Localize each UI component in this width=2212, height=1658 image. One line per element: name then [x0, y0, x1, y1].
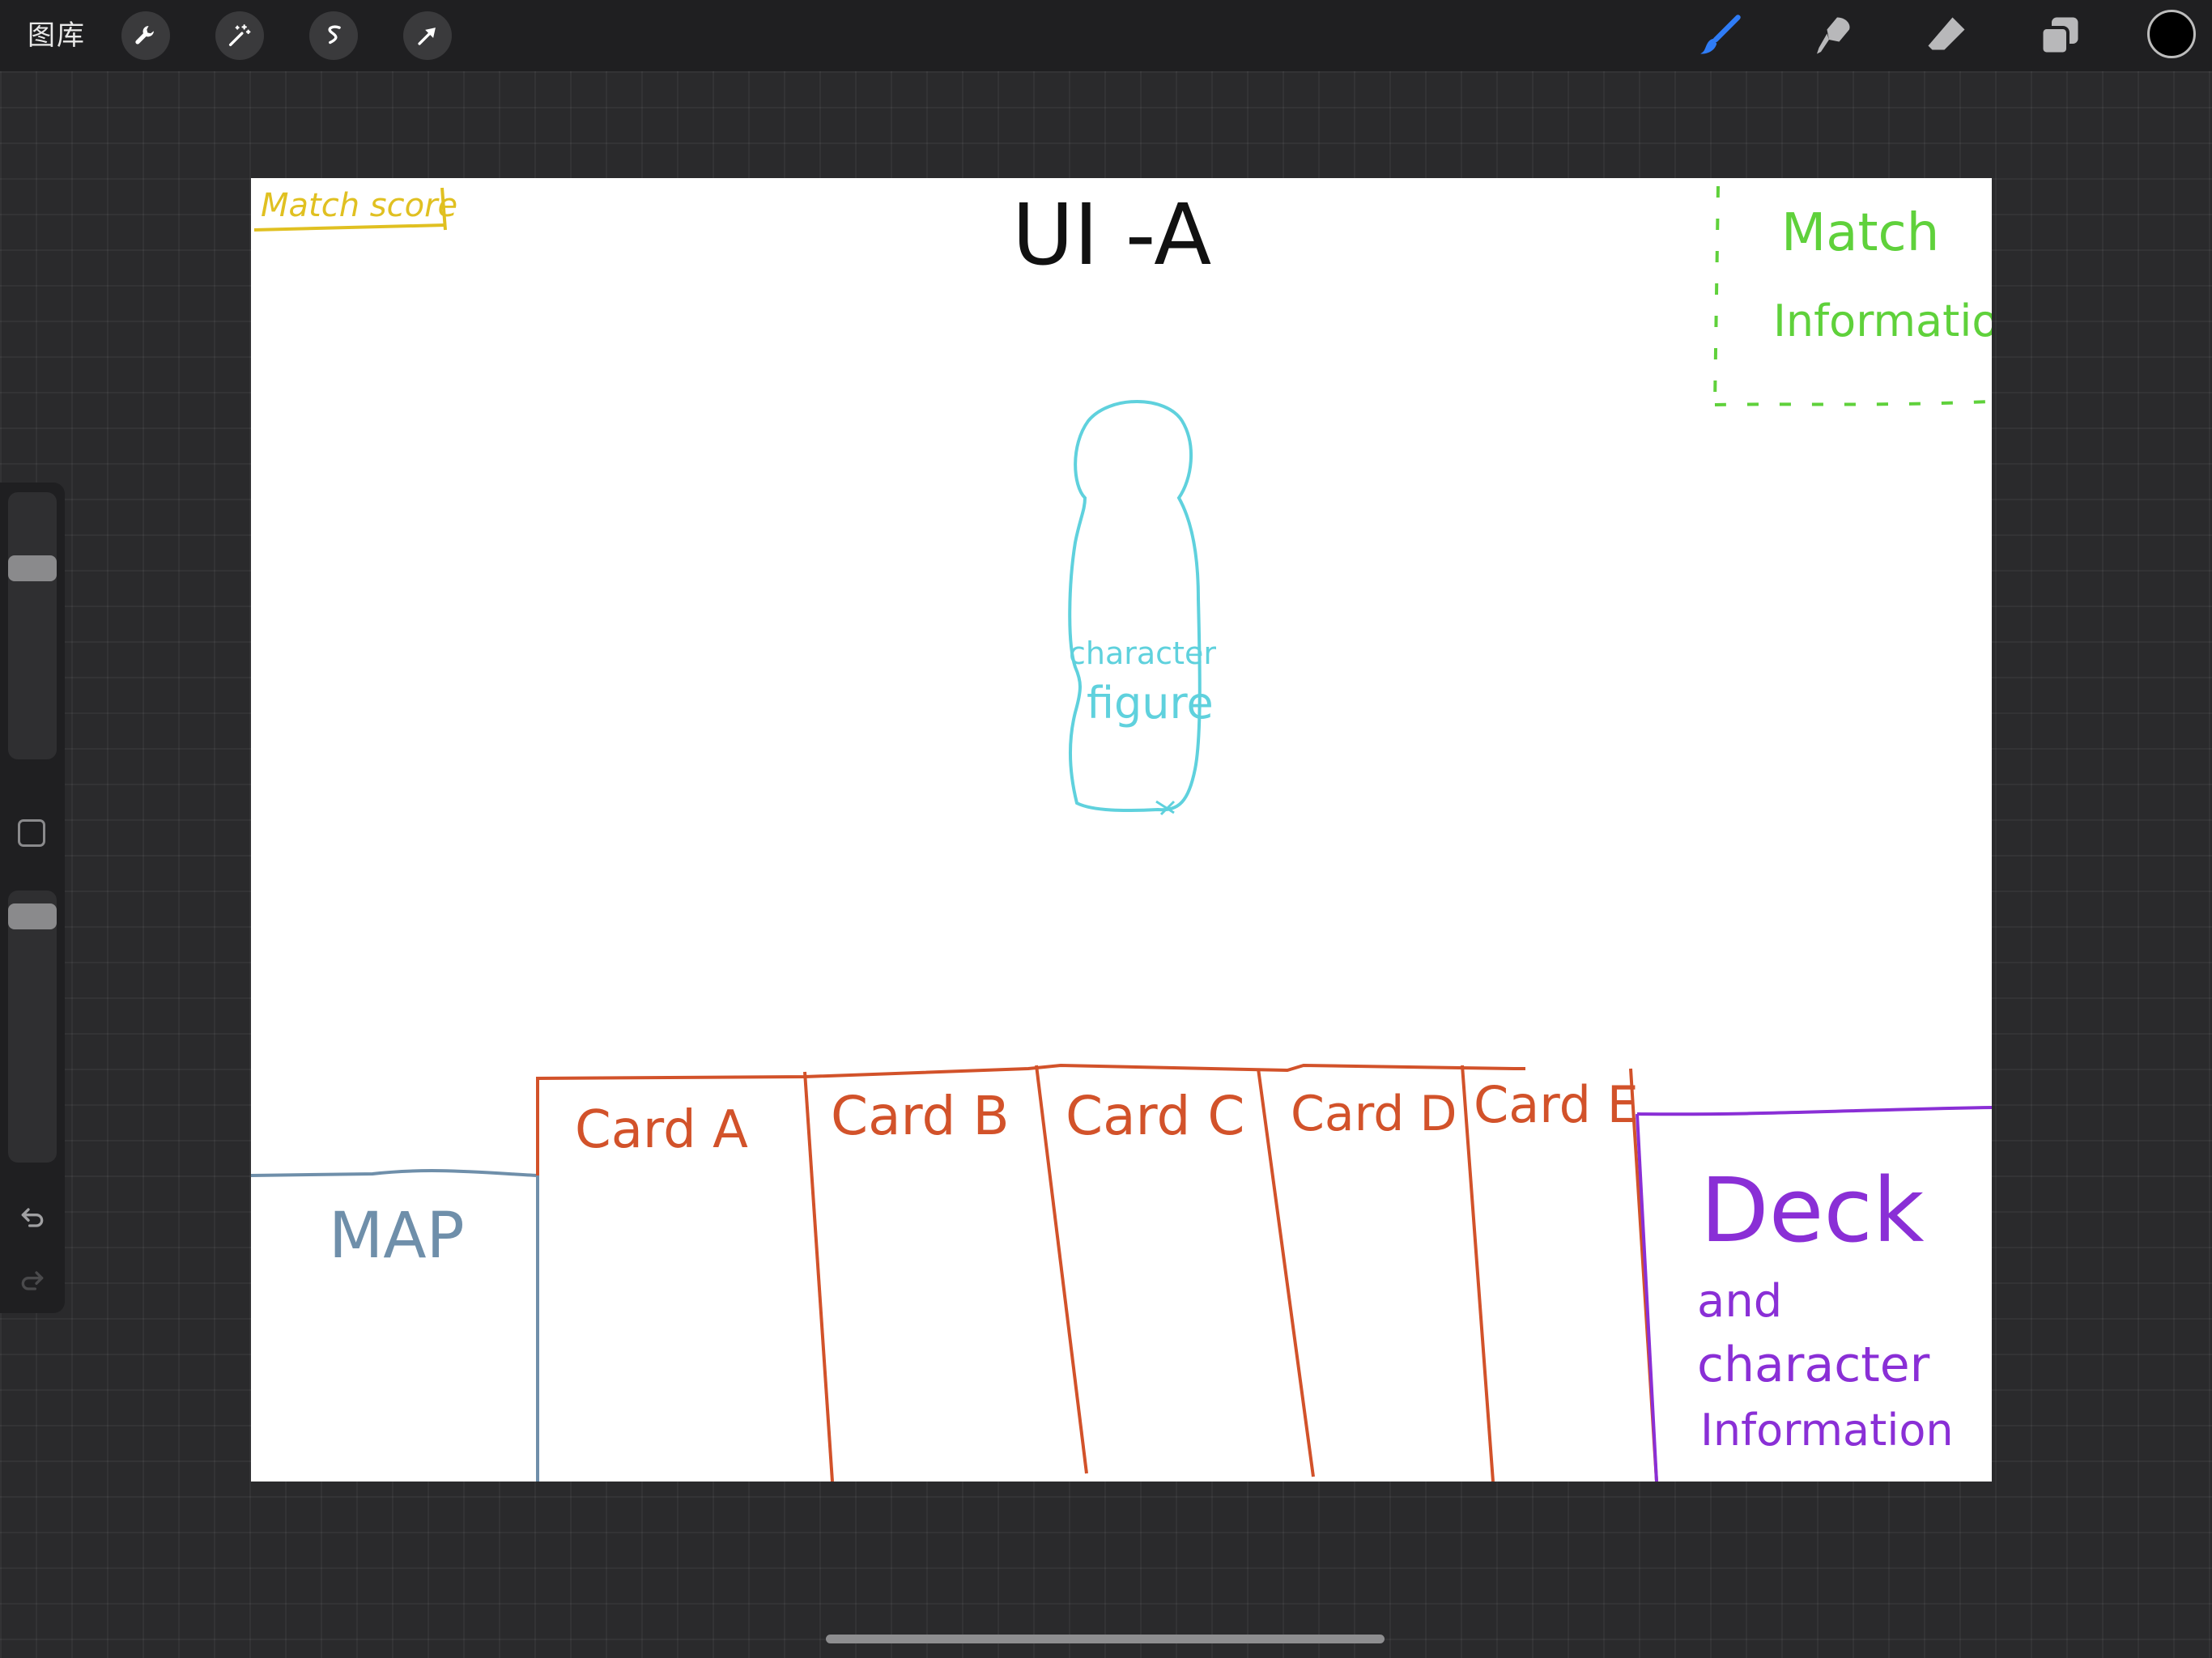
- brush-size-slider[interactable]: [8, 492, 57, 759]
- procreate-app: 图库 Match score UI -A Match Informatio ch…: [0, 0, 2212, 1658]
- canvas-title: UI -A: [1012, 185, 1212, 284]
- card-divider-1: [803, 1071, 834, 1482]
- modify-button[interactable]: [18, 819, 45, 847]
- undo-icon[interactable]: [11, 1197, 53, 1239]
- card-a-label: Card A: [575, 1100, 748, 1160]
- eraser-icon[interactable]: [1919, 8, 1974, 63]
- brush-size-slider-thumb[interactable]: [8, 555, 57, 581]
- match-score-label: Match score: [261, 187, 458, 224]
- transform-arrow-icon[interactable]: [403, 11, 452, 60]
- deck-box-left: [1636, 1113, 1658, 1482]
- redo-icon[interactable]: [11, 1260, 53, 1302]
- character-label-line2: figure: [1087, 678, 1214, 729]
- deck-label-line4: Information: [1700, 1405, 1954, 1456]
- brush-icon[interactable]: [1692, 8, 1747, 63]
- match-score-underline: [253, 223, 446, 232]
- left-sidebar: [0, 483, 65, 1313]
- drawing-canvas[interactable]: Match score UI -A Match Information char…: [251, 178, 1992, 1482]
- match-info-border-bottom: [1714, 400, 1991, 406]
- card-d-label: Card D: [1291, 1086, 1457, 1142]
- home-indicator[interactable]: [826, 1635, 1385, 1643]
- layers-icon[interactable]: [2032, 8, 2087, 63]
- gallery-button[interactable]: 图库: [28, 18, 86, 53]
- selection-icon[interactable]: [309, 11, 358, 60]
- card-e-label: Card E: [1474, 1075, 1639, 1134]
- match-information-line2: Information: [1773, 295, 1992, 346]
- wrench-icon[interactable]: [121, 11, 170, 60]
- top-toolbar: 图库: [0, 0, 2212, 71]
- character-outline: [1068, 400, 1202, 813]
- smudge-icon[interactable]: [1806, 8, 1861, 63]
- card-c-label: Card C: [1066, 1085, 1245, 1147]
- match-information-line1: Match: [1781, 203, 1940, 263]
- deck-box-top: [1636, 1106, 1992, 1116]
- magic-wand-icon[interactable]: [215, 11, 264, 60]
- match-info-border-left: [1713, 185, 1720, 406]
- card-b-label: Card B: [831, 1085, 1010, 1147]
- map-label: MAP: [329, 1200, 465, 1273]
- color-picker-button[interactable]: [2147, 10, 2196, 58]
- opacity-slider[interactable]: [8, 891, 57, 1163]
- deck-label-line2: and: [1697, 1275, 1783, 1328]
- opacity-slider-thumb[interactable]: [8, 903, 57, 929]
- character-label-line1: character: [1069, 636, 1216, 671]
- deck-label-line1: Deck: [1700, 1158, 1925, 1262]
- deck-label-line3: character: [1697, 1337, 1930, 1393]
